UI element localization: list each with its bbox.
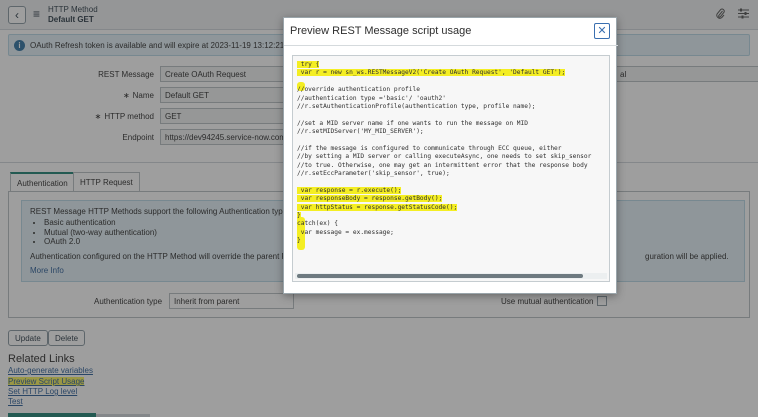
code-line: var httpStatus = response.getStatusCode(…	[297, 203, 458, 211]
code-line: //r.setEccParameter('skip_sensor', true)…	[297, 170, 450, 178]
close-icon: ✕	[597, 25, 607, 37]
code-line: }	[297, 237, 301, 245]
modal-title: Preview REST Message script usage	[290, 25, 472, 37]
modal-divider	[284, 45, 618, 46]
code-line: //by setting a MID server or calling exe…	[297, 153, 592, 161]
code-line: //if the message is configured to commun…	[297, 144, 562, 152]
code-line: //authentication type ='basic'/ 'oauth2'	[297, 94, 447, 102]
code-line: var r = new sn_ws.RESTMessageV2('Create …	[297, 69, 566, 77]
close-button[interactable]: ✕	[594, 23, 610, 39]
code-line: try {	[297, 61, 320, 68]
code-line: var message = ex.message;	[297, 228, 394, 236]
script-code: try { var r = new sn_ws.RESTMessageV2('C…	[297, 61, 591, 246]
code-line: //set a MID server name if one wants to …	[297, 119, 528, 127]
script-code-box[interactable]: try { var r = new sn_ws.RESTMessageV2('C…	[292, 55, 610, 282]
preview-script-modal: Preview REST Message script usage ✕ try …	[283, 17, 618, 294]
code-line: //to true. Otherwise, one may get an int…	[297, 161, 588, 169]
code-line: //r.setMIDServer('MY_MID_SERVER');	[297, 128, 424, 136]
code-line: //r.setAuthenticationProfile(authenticat…	[297, 102, 536, 110]
code-line: }	[297, 212, 301, 220]
scrollbar-thumb[interactable]	[297, 274, 583, 278]
code-line: var responseBody = response.getBody();	[297, 195, 443, 203]
code-line: catch(ex) {	[297, 220, 338, 228]
code-line: var response = r.execute();	[297, 186, 402, 194]
code-line: //override authentication profile	[297, 86, 420, 94]
